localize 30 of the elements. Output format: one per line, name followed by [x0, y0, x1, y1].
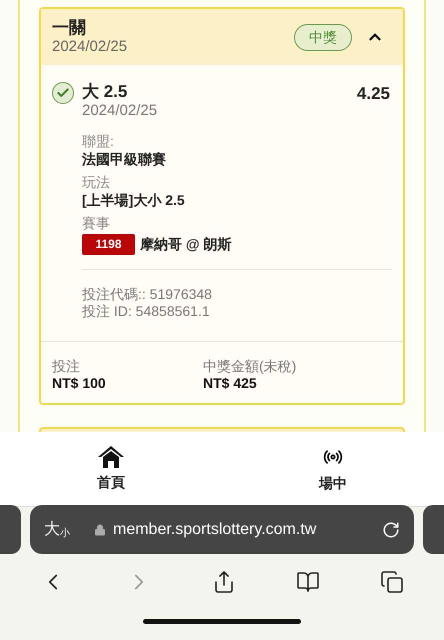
nav-tab[interactable]: 首頁 — [51, 445, 171, 493]
detail-label: 賽事 — [82, 215, 111, 232]
detail-value: [上半場]大小 2.5 — [82, 192, 186, 209]
status-badge: 中獎 — [294, 24, 352, 50]
reload-icon[interactable] — [382, 520, 400, 538]
side-tab[interactable] — [423, 505, 444, 554]
event-code: 1198 — [82, 234, 135, 254]
selection-name: 大 2.5 — [82, 81, 128, 102]
summary-label: 投注 — [52, 358, 81, 375]
lock-icon — [94, 524, 106, 536]
detail-label: 玩法 — [82, 174, 111, 192]
share-icon — [212, 570, 236, 594]
detail-label: 聯盟: — [82, 133, 115, 150]
url-text: member.sportslottery.com.tw — [113, 520, 318, 540]
book-icon — [296, 570, 320, 594]
summary-label: 中獎金額(未稅) — [203, 358, 298, 375]
tabs-icon — [380, 570, 404, 594]
bet-code: 投注代碼:: 51976348 — [82, 286, 213, 303]
detail-value: 法國甲級聯賽 — [82, 150, 167, 168]
odds: 4.25 — [356, 83, 390, 105]
summary-value: NT$ 425 — [203, 375, 258, 392]
summary-value: NT$ 100 — [52, 375, 107, 392]
side-tab[interactable] — [0, 505, 21, 554]
bet-code: 投注 ID: 54858561.1 — [82, 303, 211, 320]
event-teams: 摩納哥 @ 朗斯 — [140, 234, 232, 254]
bet-date: 2024/02/25 — [52, 38, 128, 57]
selection-date: 2024/02/25 — [82, 102, 158, 121]
bet-type: 一關 — [52, 17, 87, 38]
home-icon — [97, 445, 125, 469]
nav-tab[interactable]: 場中 — [273, 444, 393, 494]
